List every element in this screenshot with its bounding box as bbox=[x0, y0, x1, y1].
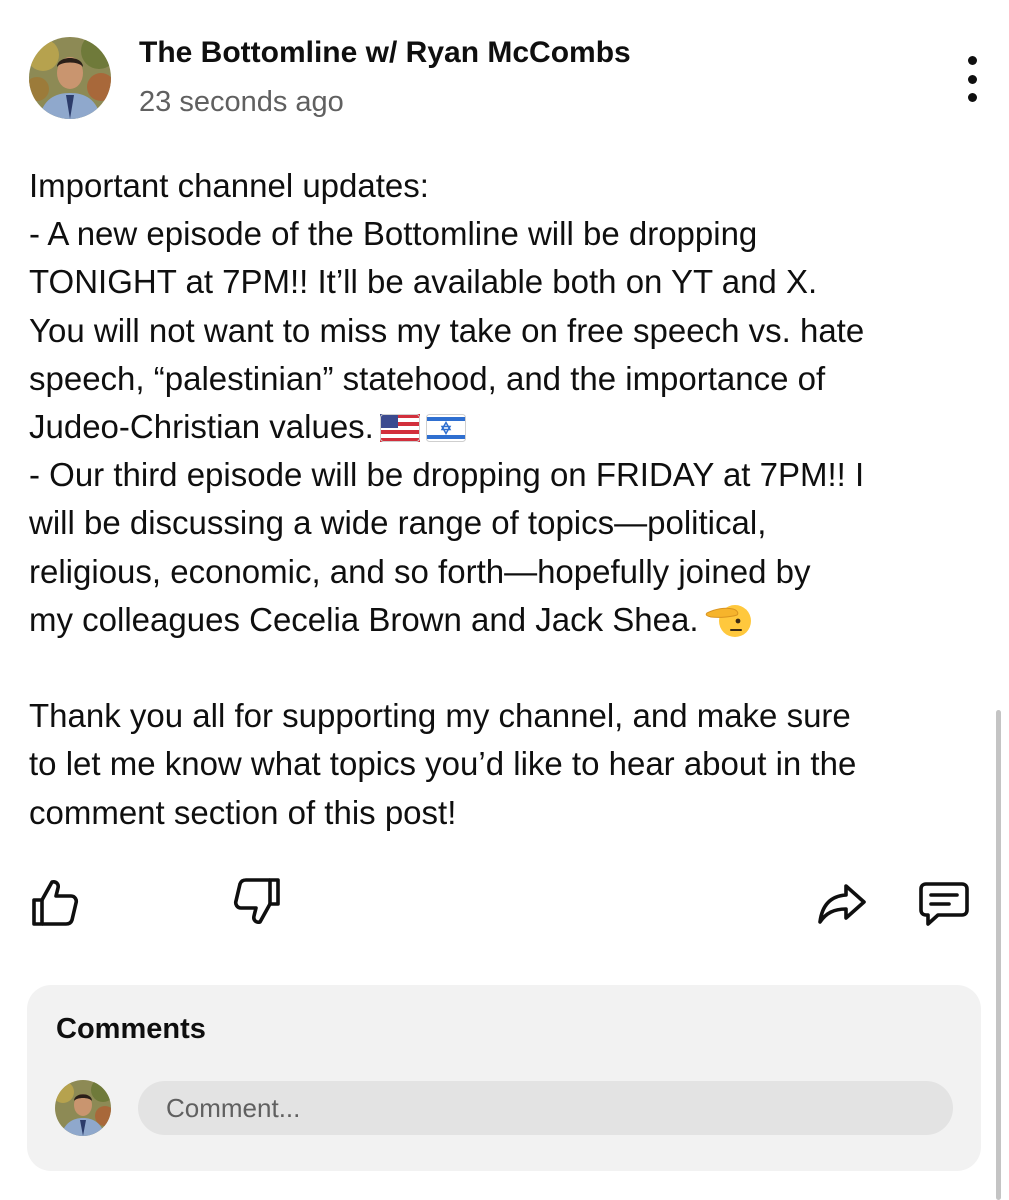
share-button[interactable] bbox=[814, 874, 870, 930]
more-dot bbox=[967, 93, 977, 102]
thumbs-down-icon bbox=[233, 878, 280, 924]
comment-icon bbox=[919, 882, 969, 926]
israel-flag-emoji bbox=[425, 414, 466, 443]
post-line: - Our third episode will be dropping on … bbox=[29, 456, 865, 494]
post-line-with-emoji: my colleagues Cecelia Brown and Jack She… bbox=[29, 596, 989, 644]
avatar-photo bbox=[55, 1080, 111, 1136]
more-vertical-icon bbox=[967, 56, 977, 65]
post-line: Thank you all for supporting my channel,… bbox=[29, 697, 851, 735]
channel-name[interactable]: The Bottomline w/ Ryan McCombs bbox=[139, 34, 631, 72]
user-avatar bbox=[55, 1080, 111, 1136]
share-icon bbox=[818, 884, 866, 924]
comment-input[interactable] bbox=[138, 1081, 953, 1135]
post-line: comment section of this post! bbox=[29, 793, 457, 831]
post-line: speech, “palestinian” statehood, and the… bbox=[29, 359, 826, 397]
post-line: TONIGHT at 7PM!! It’ll be available both… bbox=[29, 263, 818, 301]
comments-section[interactable]: Comments bbox=[27, 985, 981, 1171]
post-line: You will not want to miss my take on fre… bbox=[29, 311, 865, 349]
post-text: Important channel updates: - A new episo… bbox=[29, 162, 989, 837]
post-line: - A new episode of the Bottomline will b… bbox=[29, 215, 758, 253]
more-dot bbox=[967, 74, 977, 84]
thumbs-up-icon bbox=[32, 880, 79, 926]
comments-heading: Comments bbox=[56, 1013, 206, 1045]
post-line-text: Judeo-Christian values. bbox=[29, 408, 374, 446]
avatar-photo bbox=[29, 37, 111, 119]
channel-avatar[interactable] bbox=[29, 37, 111, 119]
us-flag-emoji bbox=[379, 414, 420, 443]
post-line-text: my colleagues Cecelia Brown and Jack She… bbox=[29, 600, 699, 638]
saluting-face-emoji bbox=[705, 604, 751, 637]
post-line: to let me know what topics you’d like to… bbox=[29, 745, 857, 783]
post-line: religious, economic, and so forth—hopefu… bbox=[29, 552, 811, 590]
post-line: Important channel updates: bbox=[29, 167, 429, 204]
scrollbar[interactable] bbox=[996, 710, 1001, 1200]
post-line-with-flags: Judeo-Christian values. bbox=[29, 403, 989, 451]
comment-button[interactable] bbox=[916, 874, 972, 930]
post-line: will be discussing a wide range of topic… bbox=[29, 504, 767, 542]
more-options-button[interactable] bbox=[952, 56, 992, 102]
like-button[interactable] bbox=[26, 874, 82, 930]
post-timestamp: 23 seconds ago bbox=[139, 86, 344, 118]
dislike-button[interactable] bbox=[230, 874, 286, 930]
